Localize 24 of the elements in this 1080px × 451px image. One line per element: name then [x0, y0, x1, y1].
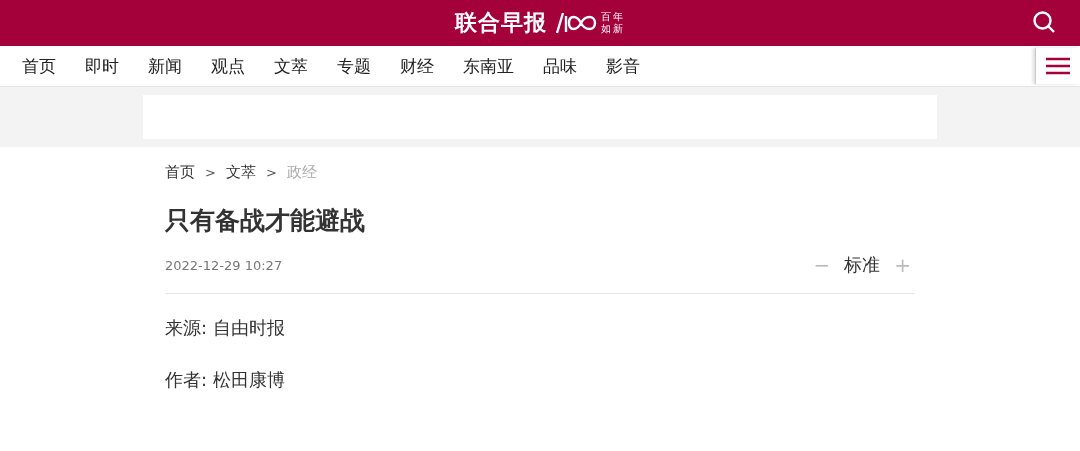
nav-link[interactable]: 专题	[337, 54, 371, 78]
breadcrumb-link[interactable]: 首页	[165, 163, 195, 182]
meta-line: 作者: 松田康博	[165, 368, 286, 392]
nav-link[interactable]: 文萃	[274, 54, 308, 78]
search-icon[interactable]	[1032, 10, 1056, 34]
nav-link[interactable]: 首页	[22, 54, 56, 78]
breadcrumb-separator: >	[265, 165, 277, 180]
nav-link[interactable]: 影音	[606, 54, 640, 78]
font-size-label: 标准	[844, 253, 881, 277]
nav-link[interactable]: 观点	[211, 54, 245, 78]
tagline-text: 百年	[601, 11, 625, 23]
logo-text[interactable]: 联合早报	[455, 8, 547, 38]
tagline-text: 如新	[601, 23, 625, 35]
publish-date: 2022-12-29 10:27	[165, 257, 283, 273]
nav-link[interactable]: 财经	[400, 54, 434, 78]
nav-link[interactable]: 新闻	[148, 54, 182, 78]
article-title: 只有备战才能避战	[165, 205, 366, 237]
nav-link[interactable]: 品味	[543, 54, 577, 78]
meta-line: 来源: 自由时报	[165, 316, 286, 340]
breadcrumb-separator: >	[205, 165, 216, 180]
nav-link[interactable]: 东南亚	[463, 54, 514, 78]
nav-link[interactable]: 即时	[85, 54, 119, 78]
breadcrumb-link[interactable]: 文萃	[225, 163, 256, 182]
menu-icon[interactable]	[1046, 57, 1070, 75]
